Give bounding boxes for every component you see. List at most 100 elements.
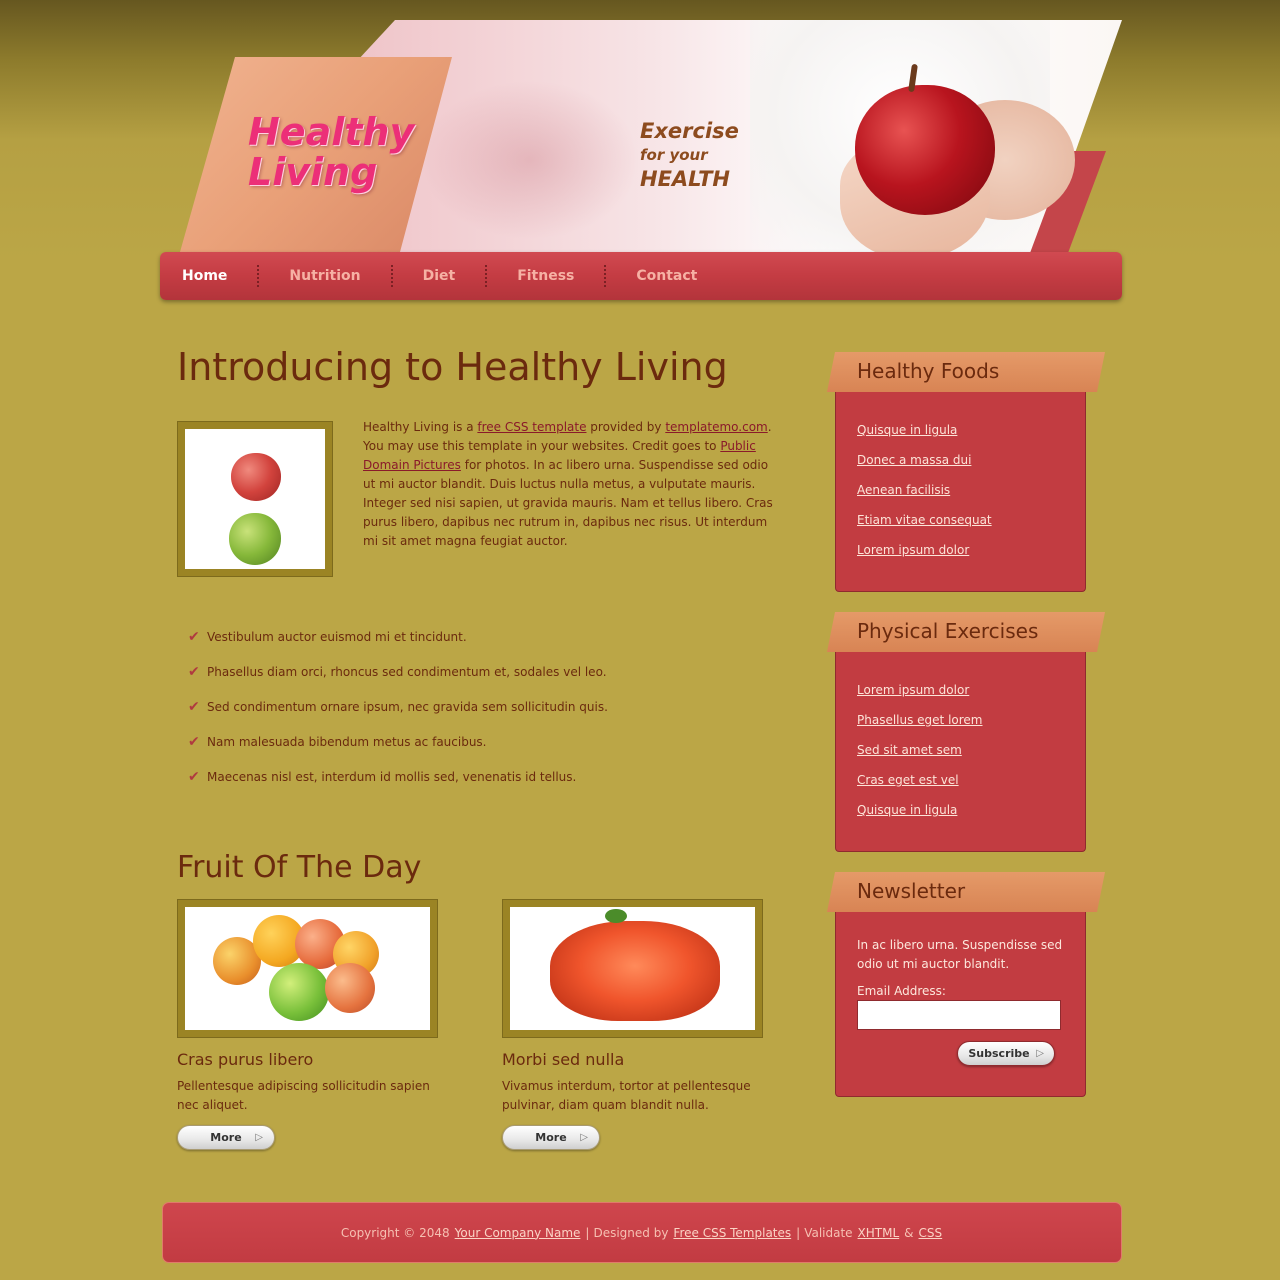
sidebar-link-item: Cras eget est vel	[857, 762, 1085, 792]
fruit-name: Morbi sed nulla	[502, 1050, 625, 1069]
play-arrow-icon: ▷	[1036, 1048, 1044, 1059]
box-body: Quisque in ligula Donec a massa dui Aene…	[835, 392, 1086, 592]
validate-text: Validate	[804, 1225, 853, 1240]
checkmark-icon: ✔	[188, 769, 200, 785]
designed-by-text: Designed by	[593, 1225, 669, 1240]
sidebar-link[interactable]: Quisque in ligula	[857, 803, 957, 817]
sidebar-link-item: Sed sit amet sem	[857, 732, 1085, 762]
list-item-text: Sed condimentum ornare ipsum, nec gravid…	[207, 700, 608, 714]
mixed-fruit-image	[185, 907, 430, 1030]
intro-text-part: Healthy Living is a	[363, 420, 478, 434]
intro-apples-image	[185, 429, 325, 569]
free-css-template-link[interactable]: free CSS template	[477, 420, 586, 434]
sidebar-link[interactable]: Etiam vitae consequat	[857, 513, 992, 527]
list-item: ✔ Vestibulum auctor euismod mi et tincidu…	[188, 620, 608, 655]
fruit-description: Vivamus interdum, tortor at pellentesque…	[502, 1079, 751, 1112]
box-title: Newsletter	[857, 879, 966, 903]
footer: Copyright © 2048 Your Company Name | Des…	[162, 1202, 1122, 1263]
more-button[interactable]: More ▷	[177, 1125, 275, 1150]
footer-separator: |	[796, 1225, 801, 1240]
list-item-text: Maecenas nisl est, interdum id mollis se…	[207, 770, 577, 784]
slogan-line1: Exercise	[640, 119, 739, 143]
xhtml-link[interactable]: XHTML	[858, 1226, 900, 1240]
nav-item-nutrition[interactable]: Nutrition	[259, 252, 390, 300]
nav-item-diet[interactable]: Diet	[393, 252, 486, 300]
slogan-line2: for your	[640, 146, 708, 164]
copyright-text: Copyright © 2048	[340, 1225, 450, 1240]
nav-item-fitness[interactable]: Fitness	[487, 252, 604, 300]
banner-apple-image	[855, 85, 995, 215]
list-item: ✔ Sed condimentum ornare ipsum, nec gravi…	[188, 690, 608, 725]
more-button-label: More	[210, 1131, 242, 1144]
nav-item-home[interactable]: Home	[160, 252, 257, 300]
play-arrow-icon: ▷	[580, 1132, 588, 1143]
play-arrow-icon: ▷	[255, 1132, 263, 1143]
email-label: Email Address:	[857, 984, 946, 998]
footer-separator: |	[585, 1225, 590, 1240]
checkmark-icon: ✔	[188, 664, 200, 680]
more-button[interactable]: More ▷	[502, 1125, 600, 1150]
slogan-line3: HEALTH	[640, 167, 730, 191]
page-title: Introducing to Healthy Living	[177, 345, 728, 389]
nav-item-contact[interactable]: Contact	[606, 252, 727, 300]
fruit-of-the-day-heading: Fruit Of The Day	[177, 850, 422, 885]
box-body: In ac libero urna. Suspendisse sed odio …	[835, 912, 1086, 1097]
list-item: ✔ Phasellus diam orci, rhoncus sed condim…	[188, 655, 608, 690]
checkmark-icon: ✔	[188, 734, 200, 750]
sidebar-link[interactable]: Quisque in ligula	[857, 423, 957, 437]
header-slogan: Exercise for your HEALTH	[640, 118, 739, 192]
intro-image-frame	[177, 421, 333, 577]
feature-checklist: ✔ Vestibulum auctor euismod mi et tincidu…	[188, 620, 608, 795]
subscribe-button-label: Subscribe	[968, 1047, 1030, 1060]
strawberry-leaf-shape	[605, 909, 627, 923]
company-link[interactable]: Your Company Name	[455, 1226, 581, 1240]
more-button-label: More	[535, 1131, 567, 1144]
sidebar-link-item: Quisque in ligula	[857, 412, 1085, 442]
banner-smoke-decoration	[420, 80, 640, 240]
main-nav: Home Nutrition Diet Fitness Contact	[160, 252, 1122, 300]
fruit-shape	[325, 963, 375, 1013]
sidebar-link[interactable]: Lorem ipsum dolor	[857, 543, 969, 557]
fruit-name: Cras purus libero	[177, 1050, 314, 1069]
site-logo[interactable]: Healthy Living	[248, 112, 414, 192]
box-title: Healthy Foods	[857, 359, 1000, 383]
healthy-foods-box: Healthy Foods Quisque in ligula Donec a …	[827, 352, 1107, 592]
header-banner: Healthy Living Exercise for your HEALTH	[160, 20, 1122, 260]
css-link[interactable]: CSS	[919, 1226, 943, 1240]
logo-line1: Healthy	[248, 110, 415, 154]
sidebar-link-item: Etiam vitae consequat	[857, 502, 1085, 532]
templatemo-link[interactable]: templatemo.com	[665, 420, 767, 434]
designer-link[interactable]: Free CSS Templates	[673, 1226, 791, 1240]
list-item-text: Phasellus diam orci, rhoncus sed condime…	[207, 665, 607, 679]
box-title: Physical Exercises	[857, 619, 1039, 643]
sidebar-link[interactable]: Donec a massa dui	[857, 453, 971, 467]
sidebar-link[interactable]: Lorem ipsum dolor	[857, 683, 969, 697]
list-item-text: Vestibulum auctor euismod mi et tincidun…	[207, 630, 467, 644]
red-apple-image	[231, 453, 281, 501]
fruit-description: Pellentesque adipiscing sollicitudin sap…	[177, 1079, 430, 1112]
sidebar-link-item: Donec a massa dui	[857, 442, 1085, 472]
email-field[interactable]	[857, 1000, 1061, 1030]
list-item: ✔ Nam malesuada bibendum metus ac faucibu…	[188, 725, 608, 760]
fruit-card: Morbi sed nulla Vivamus interdum, tortor…	[502, 899, 764, 1150]
strawberries-image	[510, 907, 755, 1030]
intro-text-part: provided by	[586, 420, 666, 434]
sidebar-link-item: Lorem ipsum dolor	[857, 672, 1085, 702]
logo-line2: Living	[248, 150, 378, 194]
box-body: Lorem ipsum dolor Phasellus eget lorem S…	[835, 652, 1086, 852]
sidebar-link[interactable]: Cras eget est vel	[857, 773, 959, 787]
sidebar-link-item: Aenean facilisis	[857, 472, 1085, 502]
strawberry-pile-shape	[550, 921, 720, 1021]
fruit-shape	[269, 963, 329, 1021]
fruit-card: Cras purus libero Pellentesque adipiscin…	[177, 899, 439, 1150]
subscribe-button[interactable]: Subscribe ▷	[957, 1041, 1055, 1066]
sidebar-link-item: Phasellus eget lorem	[857, 702, 1085, 732]
sidebar-link[interactable]: Aenean facilisis	[857, 483, 950, 497]
sidebar-link[interactable]: Phasellus eget lorem	[857, 713, 983, 727]
list-item-text: Nam malesuada bibendum metus ac faucibus…	[207, 735, 487, 749]
newsletter-text: In ac libero urna. Suspendisse sed odio …	[857, 938, 1063, 971]
newsletter-box: Newsletter In ac libero urna. Suspendiss…	[827, 872, 1107, 1098]
checkmark-icon: ✔	[188, 699, 200, 715]
sidebar-link-item: Lorem ipsum dolor	[857, 532, 1085, 562]
sidebar-link[interactable]: Sed sit amet sem	[857, 743, 962, 757]
